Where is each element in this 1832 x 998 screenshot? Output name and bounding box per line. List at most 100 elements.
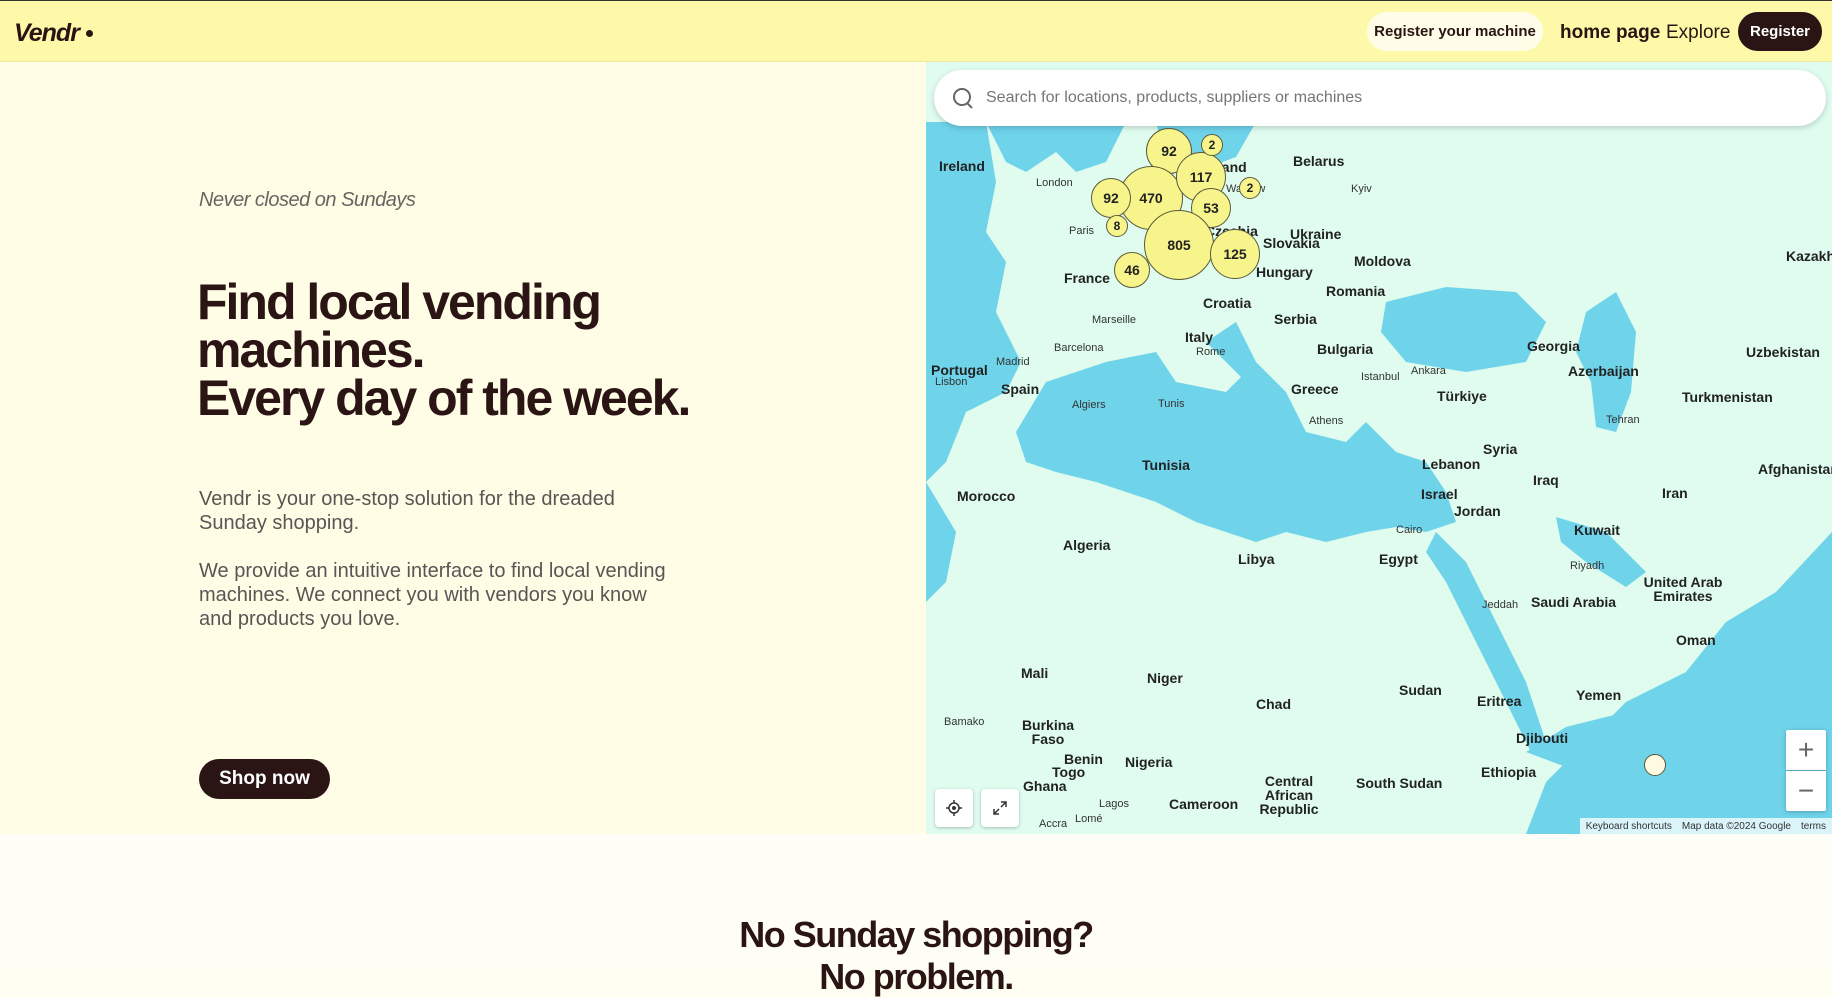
map-label-oman: Oman	[1676, 632, 1716, 648]
top-navigation-bar: Vendr Register your machine home page Ex…	[0, 0, 1832, 62]
map-city-jeddah: Jeddah	[1482, 599, 1519, 611]
map-search-box[interactable]	[934, 70, 1826, 126]
map-label-cameroon: Cameroon	[1169, 796, 1239, 812]
location-target-icon	[946, 800, 962, 816]
machine-cluster[interactable]: 92	[1091, 178, 1131, 218]
no-sunday-section: No Sunday shopping? No problem.	[0, 834, 1832, 997]
map-city-rome: Rome	[1196, 346, 1226, 358]
machine-cluster[interactable]: 46	[1114, 252, 1150, 288]
map-label-afghanistan: Afghanistan	[1758, 461, 1832, 477]
vendr-logo[interactable]: Vendr	[14, 19, 80, 48]
map-data-credit: Map data ©2024 Google	[1681, 820, 1791, 832]
map-label-south-sudan: South Sudan	[1356, 775, 1443, 791]
map-label-greece: Greece	[1291, 381, 1339, 397]
map-label-turkiye: Türkiye	[1437, 388, 1487, 404]
map-label-iraq: Iraq	[1533, 472, 1559, 488]
map-city-barcelona: Barcelona	[1054, 342, 1104, 354]
map-label-uae: United Arab Emirates	[1643, 574, 1723, 604]
map-label-israel: Israel	[1421, 486, 1458, 502]
map-city-algiers: Algiers	[1072, 399, 1106, 411]
register-button[interactable]: Register	[1738, 12, 1822, 51]
map-label-central-african-republic: Central African Republic	[1259, 773, 1319, 817]
map-label-tunisia: Tunisia	[1142, 457, 1190, 473]
headline-line-3: Every day of the week.	[197, 370, 691, 426]
map-label-italy: Italy	[1185, 329, 1214, 345]
map-city-ankara: Ankara	[1411, 365, 1446, 377]
map-label-croatia: Croatia	[1203, 295, 1252, 311]
explore-link[interactable]: Explore	[1666, 22, 1730, 44]
map-label-nigeria: Nigeria	[1125, 754, 1173, 770]
map-label-jordan: Jordan	[1454, 503, 1501, 519]
map-label-burkina-faso: Burkina Faso	[1021, 717, 1075, 747]
hero-section: Never closed on Sundays Find local vendi…	[0, 62, 926, 834]
map-label-georgia: Georgia	[1527, 338, 1580, 354]
map-label-slovakia: Slovakia	[1263, 235, 1320, 251]
map-view[interactable]: Ireland Poland Belarus Ukraine Slovakia …	[926, 62, 1832, 834]
map-label-iran: Iran	[1662, 485, 1688, 501]
map-label-romania: Romania	[1326, 283, 1386, 299]
zoom-in-button[interactable]: +	[1786, 730, 1826, 770]
map-label-eritrea: Eritrea	[1477, 693, 1522, 709]
map-label-saudi-arabia: Saudi Arabia	[1531, 594, 1617, 610]
home-page-link[interactable]: home page	[1560, 22, 1660, 44]
shop-now-button[interactable]: Shop now	[199, 759, 330, 799]
map-city-lisbon: Lisbon	[935, 376, 968, 388]
hero-description-2: We provide an intuitive interface to fin…	[199, 560, 666, 630]
fullscreen-button[interactable]	[981, 789, 1019, 827]
register-machine-button[interactable]: Register your machine	[1367, 12, 1543, 51]
map-label-kazakh: Kazakh	[1786, 248, 1832, 264]
map-label-egypt: Egypt	[1379, 551, 1418, 567]
map-city-lagos: Lagos	[1099, 798, 1129, 810]
map-label-belarus: Belarus	[1293, 153, 1345, 169]
section-subtitle: No problem.	[819, 956, 1014, 997]
map-label-ghana: Ghana	[1023, 778, 1067, 794]
map-label-chad: Chad	[1256, 696, 1291, 712]
headline-line-1: Find local vending	[197, 274, 602, 330]
map-label-turkmenistan: Turkmenistan	[1682, 389, 1773, 405]
hero-headline: Find local vending machines. Every day o…	[197, 274, 757, 426]
machine-cluster[interactable]: 2	[1239, 177, 1261, 199]
zoom-out-button[interactable]: −	[1786, 771, 1826, 811]
map-city-madrid: Madrid	[996, 356, 1030, 368]
machine-marker[interactable]	[1644, 754, 1666, 776]
map-label-hungary: Hungary	[1256, 264, 1313, 280]
search-icon	[952, 87, 974, 109]
keyboard-shortcuts-link[interactable]: Keyboard shortcuts	[1586, 821, 1672, 832]
map-label-morocco: Morocco	[957, 488, 1016, 504]
map-label-kuwait: Kuwait	[1574, 522, 1620, 538]
map-city-istanbul: Istanbul	[1361, 371, 1400, 383]
map-label-lebanon: Lebanon	[1422, 456, 1481, 472]
map-city-tehran: Tehran	[1606, 414, 1640, 426]
map-label-algeria: Algeria	[1063, 537, 1111, 553]
map-label-ethiopia: Ethiopia	[1481, 764, 1537, 780]
map-label-yemen: Yemen	[1576, 687, 1622, 703]
map-city-accra: Accra	[1039, 818, 1068, 830]
map-label-ireland: Ireland	[939, 158, 985, 174]
map-label-mali: Mali	[1021, 665, 1049, 681]
machine-cluster[interactable]: 125	[1210, 229, 1260, 279]
map-label-spain: Spain	[1001, 381, 1040, 397]
my-location-button[interactable]	[935, 789, 973, 827]
map-label-libya: Libya	[1238, 551, 1275, 567]
map-city-cairo: Cairo	[1396, 524, 1423, 536]
map-label-djibouti: Djibouti	[1516, 730, 1569, 746]
map-city-kyiv: Kyiv	[1351, 183, 1372, 195]
map-label-serbia: Serbia	[1274, 311, 1317, 327]
machine-cluster[interactable]: 2	[1201, 134, 1223, 156]
headline-line-2: machines.	[197, 322, 426, 378]
map-label-france: France	[1064, 270, 1110, 286]
map-label-syria: Syria	[1483, 441, 1518, 457]
map-label-moldova: Moldova	[1354, 253, 1411, 269]
section-title: No Sunday shopping?	[739, 914, 1094, 955]
map-label-sudan: Sudan	[1399, 682, 1442, 698]
map-label-bulgaria: Bulgaria	[1317, 341, 1374, 357]
map-search-input[interactable]	[986, 89, 1746, 107]
map-label-uzbekistan: Uzbekistan	[1746, 344, 1820, 360]
map-city-paris: Paris	[1069, 225, 1095, 237]
machine-cluster[interactable]: 8	[1106, 215, 1128, 237]
map-attribution: Keyboard shortcuts Map data ©2024 Google…	[1579, 818, 1832, 834]
machine-cluster[interactable]: 805	[1144, 210, 1214, 280]
map-city-marseille: Marseille	[1092, 314, 1137, 326]
hero-description-1: Vendr is your one-stop solution for the …	[199, 488, 615, 534]
map-terms-link[interactable]: terms	[1801, 821, 1826, 832]
